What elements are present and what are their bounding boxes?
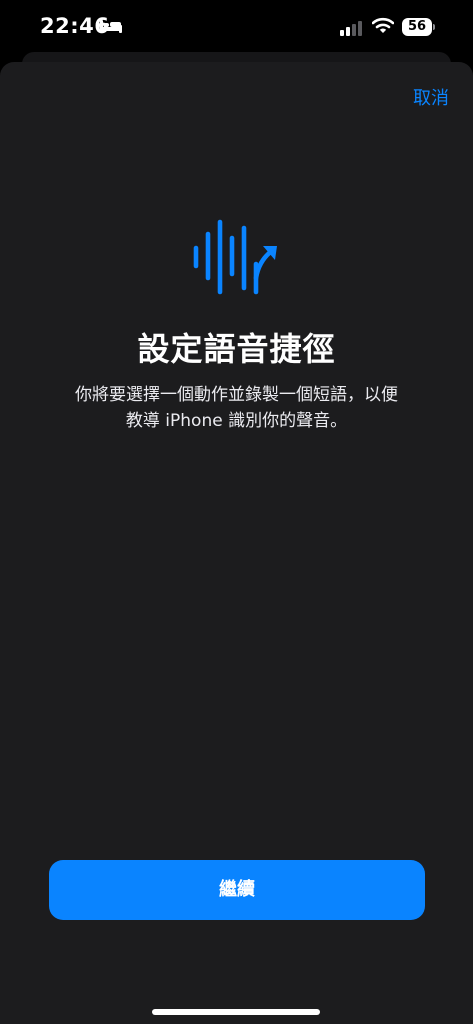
page-title: 設定語音捷徑 bbox=[137, 330, 336, 368]
screen: 22:46 56 取消 設定語音捷徑 你將要選擇一個動作並錄製一個短語，以便 教… bbox=[0, 0, 473, 1024]
battery-icon: 56 bbox=[402, 18, 432, 36]
cellular-signal-icon bbox=[340, 21, 362, 36]
cancel-button[interactable]: 取消 bbox=[413, 84, 449, 110]
description: 你將要選擇一個動作並錄製一個短語，以便 教導 iPhone 識別你的聲音。 bbox=[40, 382, 433, 434]
sleep-icon bbox=[100, 20, 122, 33]
status-bar: 22:46 56 bbox=[0, 0, 473, 52]
home-indicator[interactable] bbox=[152, 1009, 320, 1015]
wifi-icon bbox=[372, 17, 394, 33]
battery-nub bbox=[433, 24, 435, 30]
continue-button[interactable]: 繼續 bbox=[49, 860, 425, 920]
voice-shortcut-waveform-icon bbox=[193, 219, 277, 295]
status-time: 22:46 bbox=[40, 14, 110, 38]
description-line: 教導 iPhone 識別你的聲音。 bbox=[125, 411, 348, 431]
description-line: 你將要選擇一個動作並錄製一個短語，以便 bbox=[75, 385, 398, 405]
voice-shortcut-sheet: 取消 設定語音捷徑 你將要選擇一個動作並錄製一個短語，以便 教導 iPhone … bbox=[0, 62, 473, 1024]
